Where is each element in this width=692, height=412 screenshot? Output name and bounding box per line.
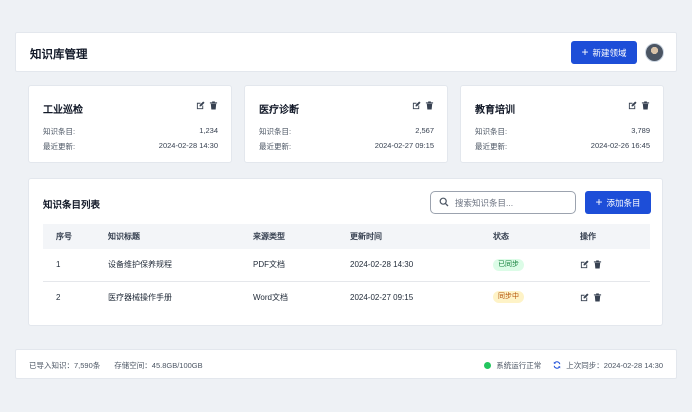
cell-actions <box>580 249 650 282</box>
knowledge-table: 序号 知识标题 来源类型 更新时间 状态 操作 1 设备维护保养规程 PDF文档… <box>43 224 650 313</box>
avatar[interactable] <box>645 43 664 62</box>
page-header: 知识库管理 + 新建领域 <box>15 32 677 72</box>
edit-icon[interactable] <box>628 101 637 110</box>
search-input[interactable] <box>455 197 565 208</box>
cell-status: 同步中 <box>493 281 580 313</box>
column-header-actions: 操作 <box>580 232 596 241</box>
cell-time: 2024-02-27 09:15 <box>350 292 414 302</box>
app-window: 知识库管理 + 新建领域 工业巡检 知识条目: 1,234 最近更新: 2024… <box>0 0 692 412</box>
domain-card-medical[interactable]: 医疗诊断 知识条目: 2,567 最近更新: 2024-02-27 09:15 <box>244 85 448 163</box>
storage-usage: 存储空间：45.8GB/100GB <box>114 361 203 370</box>
status-bar: 已导入知识：7,590条 存储空间：45.8GB/100GB 系统运行正常 上次… <box>15 349 677 379</box>
updated-label: 最近更新: <box>475 142 508 151</box>
updated-row: 最近更新: 2024-02-28 14:30 <box>43 141 218 152</box>
items-label: 知识条目: <box>43 127 76 136</box>
domain-card-title: 工业巡检 <box>43 105 83 116</box>
status-dot-icon <box>484 362 492 369</box>
table-row[interactable]: 1 设备维护保养规程 PDF文档 2024-02-28 14:30 已同步 <box>43 249 650 282</box>
knowledge-list-panel: 知识条目列表 + 添加条目 序号 知识标题 来源类型 更新时间 状态 操作 <box>28 178 663 326</box>
edit-icon[interactable] <box>580 293 589 302</box>
updated-value: 2024-02-26 16:45 <box>590 141 650 150</box>
cell-title: 医疗器械操作手册 <box>108 292 172 302</box>
trash-icon[interactable] <box>593 260 602 269</box>
updated-label: 最近更新: <box>259 142 292 151</box>
updated-row: 最近更新: 2024-02-27 09:15 <box>259 141 434 152</box>
sync-icon[interactable] <box>553 361 561 369</box>
table-header-row: 序号 知识标题 来源类型 更新时间 状态 操作 <box>43 224 650 249</box>
list-title: 知识条目列表 <box>43 200 101 211</box>
items-label: 知识条目: <box>475 127 508 136</box>
edit-icon[interactable] <box>412 101 421 110</box>
status-badge: 同步中 <box>493 291 524 304</box>
table-row[interactable]: 2 医疗器械操作手册 Word文档 2024-02-27 09:15 同步中 <box>43 281 650 313</box>
last-sync: 上次同步：2024-02-28 14:30 <box>553 360 663 371</box>
trash-icon[interactable] <box>425 101 434 110</box>
add-item-label: 添加条目 <box>606 197 641 208</box>
items-value: 2,567 <box>415 126 434 135</box>
cell-no: 1 <box>43 249 108 282</box>
cell-no: 2 <box>56 292 61 302</box>
card-actions <box>196 101 218 110</box>
domain-card-title: 教育培训 <box>475 105 515 116</box>
status-bar-right: 系统运行正常 上次同步：2024-02-28 14:30 <box>484 360 663 371</box>
plus-icon: + <box>581 45 589 59</box>
column-header-status: 状态 <box>493 232 509 241</box>
plus-icon: + <box>595 195 603 209</box>
status-badge: 已同步 <box>493 258 524 271</box>
search-icon <box>439 197 449 209</box>
items-value: 1,234 <box>199 126 218 135</box>
items-value: 3,789 <box>631 126 650 135</box>
card-actions <box>628 101 650 110</box>
items-label: 知识条目: <box>259 127 292 136</box>
updated-value: 2024-02-28 14:30 <box>158 141 218 150</box>
search-box[interactable] <box>430 191 576 214</box>
items-count-row: 知识条目: 3,789 <box>475 126 650 137</box>
new-domain-button[interactable]: + 新建领域 <box>571 41 637 64</box>
imported-count: 已导入知识：7,590条 <box>29 361 101 370</box>
last-sync-text: 上次同步：2024-02-28 14:30 <box>566 361 663 370</box>
system-status-text: 系统运行正常 <box>496 361 542 370</box>
cell-status: 已同步 <box>493 249 580 282</box>
card-actions <box>412 101 434 110</box>
column-header-no: 序号 <box>56 232 72 241</box>
cell-source: Word文档 <box>253 292 288 302</box>
edit-icon[interactable] <box>580 260 589 269</box>
updated-label: 最近更新: <box>43 142 76 151</box>
cell-title: 设备维护保养规程 <box>108 249 253 282</box>
new-domain-label: 新建领域 <box>592 47 627 58</box>
column-header-time: 更新时间 <box>350 232 382 241</box>
updated-value: 2024-02-27 09:15 <box>374 141 434 150</box>
page-title: 知识库管理 <box>30 49 88 61</box>
trash-icon[interactable] <box>209 101 218 110</box>
domain-card-title: 医疗诊断 <box>259 105 299 116</box>
items-count-row: 知识条目: 1,234 <box>43 126 218 137</box>
items-count-row: 知识条目: 2,567 <box>259 126 434 137</box>
domain-card-industrial[interactable]: 工业巡检 知识条目: 1,234 最近更新: 2024-02-28 14:30 <box>28 85 232 163</box>
trash-icon[interactable] <box>641 101 650 110</box>
trash-icon[interactable] <box>593 293 602 302</box>
system-status: 系统运行正常 <box>484 360 541 371</box>
column-header-source: 来源类型 <box>253 232 285 241</box>
cell-source: PDF文档 <box>253 249 350 282</box>
add-item-button[interactable]: + 添加条目 <box>585 191 651 214</box>
cell-actions <box>580 281 650 313</box>
updated-row: 最近更新: 2024-02-26 16:45 <box>475 141 650 152</box>
cell-time: 2024-02-28 14:30 <box>350 249 493 282</box>
edit-icon[interactable] <box>196 101 205 110</box>
domain-card-education[interactable]: 教育培训 知识条目: 3,789 最近更新: 2024-02-26 16:45 <box>460 85 664 163</box>
column-header-title: 知识标题 <box>108 232 140 241</box>
status-bar-left: 已导入知识：7,590条 存储空间：45.8GB/100GB <box>29 360 203 371</box>
